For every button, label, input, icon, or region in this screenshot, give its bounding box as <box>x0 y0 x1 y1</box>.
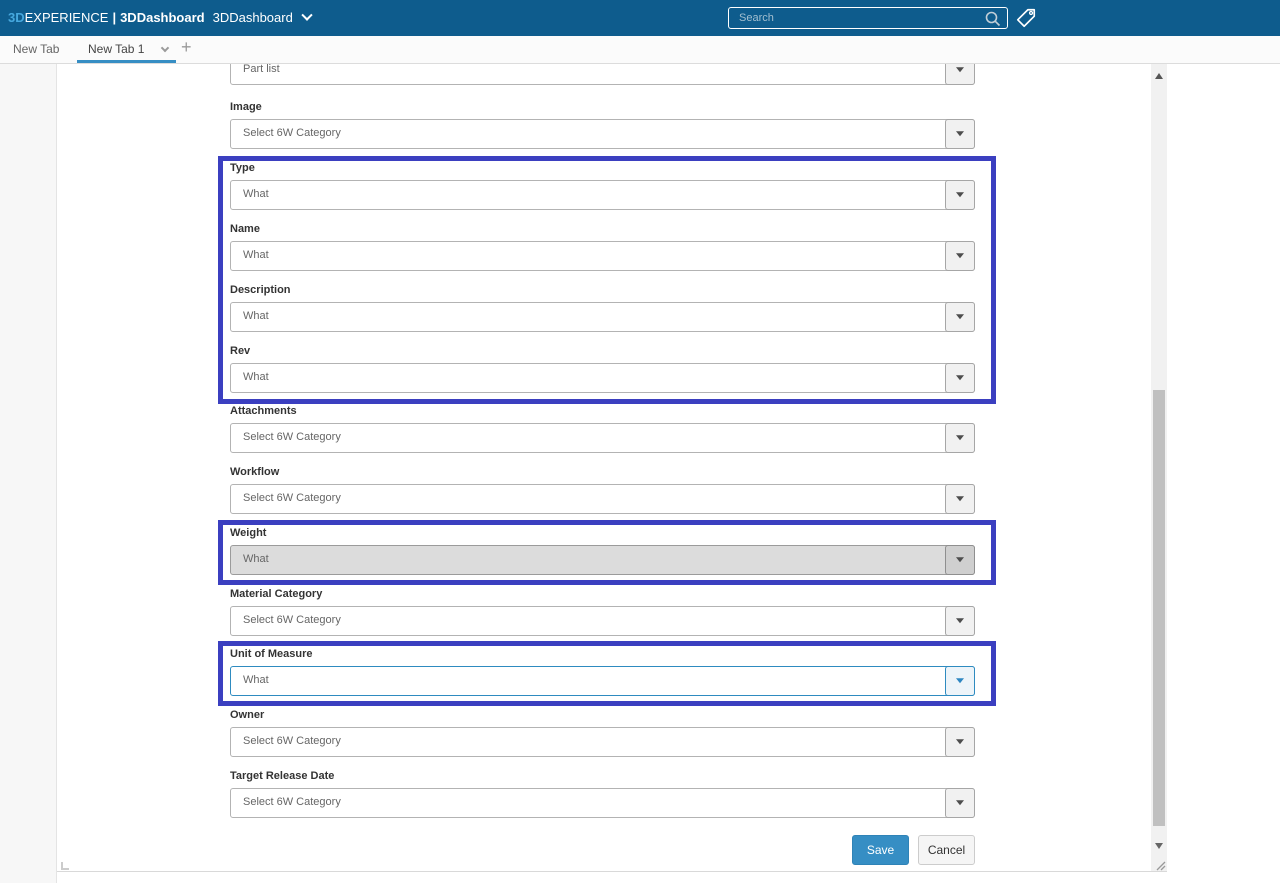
field-label-attachments: Attachments <box>230 405 975 418</box>
top-bar: 3DEXPERIENCE|3DDashboard3DDashboard <box>0 0 1280 36</box>
field-label-workflow: Workflow <box>230 466 975 479</box>
scrollbar-thumb[interactable] <box>1153 390 1165 826</box>
tag-icon[interactable] <box>1015 7 1037 29</box>
caret-down-icon <box>956 192 964 201</box>
field-label-description: Description <box>230 284 975 297</box>
caret-down-icon <box>956 131 964 140</box>
dropdown-arrow-button-description[interactable] <box>945 302 975 332</box>
dropdown-arrow-button-image[interactable] <box>945 119 975 149</box>
caret-down-icon <box>956 314 964 323</box>
dropdown-value-weight: What <box>243 546 269 573</box>
tab-new-tab[interactable]: New Tab <box>13 36 59 63</box>
caret-down-icon <box>956 253 964 262</box>
dropdown-owner[interactable]: Select 6W Category <box>230 727 975 757</box>
field-label-owner: Owner <box>230 709 975 722</box>
cancel-button[interactable]: Cancel <box>918 835 975 865</box>
scroll-up-arrow-icon[interactable] <box>1155 69 1163 79</box>
dropdown-value-description: What <box>243 303 269 330</box>
save-button[interactable]: Save <box>852 835 909 865</box>
dropdown-value-rev: What <box>243 364 269 391</box>
dropdown-arrow-button-unit-of-measure[interactable] <box>945 666 975 696</box>
dropdown-arrow-button-part-list[interactable] <box>945 64 975 85</box>
brand: 3DEXPERIENCE|3DDashboard3DDashboard <box>8 10 311 25</box>
chevron-down-icon[interactable] <box>301 10 312 21</box>
field-label-type: Type <box>230 162 975 175</box>
search-input[interactable] <box>729 8 1007 28</box>
resize-grip-icon[interactable] <box>1155 860 1166 871</box>
field-label-weight: Weight <box>230 527 975 540</box>
caret-down-icon <box>956 435 964 444</box>
dropdown-description[interactable]: What <box>230 302 975 332</box>
dropdown-value-workflow: Select 6W Category <box>243 485 341 512</box>
dashboard-name[interactable]: 3DDashboard <box>213 10 293 25</box>
dropdown-arrow-button-owner[interactable] <box>945 727 975 757</box>
resize-grip-bottom-left[interactable] <box>61 862 69 870</box>
dropdown-name[interactable]: What <box>230 241 975 271</box>
tab-chevron-down-icon[interactable] <box>161 44 169 52</box>
dropdown-workflow[interactable]: Select 6W Category <box>230 484 975 514</box>
dropdown-arrow-button-name[interactable] <box>945 241 975 271</box>
dropdown-material-category[interactable]: Select 6W Category <box>230 606 975 636</box>
field-label-image: Image <box>230 101 975 114</box>
dropdown-value-owner: Select 6W Category <box>243 728 341 755</box>
dropdown-arrow-button-type[interactable] <box>945 180 975 210</box>
tab-label: New Tab 1 <box>88 36 144 63</box>
search-box <box>728 7 1008 29</box>
dropdown-arrow-button-target-release-date[interactable] <box>945 788 975 818</box>
dropdown-value-part-list: Part list <box>243 64 280 83</box>
caret-down-icon <box>956 618 964 627</box>
dropdown-arrow-button-rev[interactable] <box>945 363 975 393</box>
dropdown-target-release-date[interactable]: Select 6W Category <box>230 788 975 818</box>
dropdown-value-attachments: Select 6W Category <box>243 424 341 451</box>
dropdown-unit-of-measure[interactable]: What <box>230 666 975 696</box>
active-tab-underline <box>77 60 176 63</box>
caret-down-icon <box>956 800 964 809</box>
field-label-rev: Rev <box>230 345 975 358</box>
dropdown-value-image: Select 6W Category <box>243 120 341 147</box>
dropdown-rev[interactable]: What <box>230 363 975 393</box>
add-tab-button[interactable]: + <box>181 37 192 58</box>
caret-down-icon <box>956 496 964 505</box>
widget-panel: Part list Image Select 6W Category Type What… <box>57 64 1167 872</box>
dropdown-type[interactable]: What <box>230 180 975 210</box>
caret-down-icon <box>956 67 964 76</box>
app-name: 3DDashboard <box>120 10 205 25</box>
left-rail <box>0 64 57 883</box>
dropdown-image[interactable]: Select 6W Category <box>230 119 975 149</box>
caret-down-icon <box>956 739 964 748</box>
brand-experience: EXPERIENCE <box>25 10 109 25</box>
brand-3d: 3D <box>8 10 25 25</box>
dropdown-value-name: What <box>243 242 269 269</box>
dropdown-arrow-button-material-category[interactable] <box>945 606 975 636</box>
dropdown-arrow-button-weight[interactable] <box>945 545 975 575</box>
dropdown-arrow-button-workflow[interactable] <box>945 484 975 514</box>
scroll-down-arrow-icon[interactable] <box>1155 843 1163 853</box>
tab-bar: New Tab New Tab 1 + <box>0 36 1280 64</box>
dropdown-weight[interactable]: What <box>230 545 975 575</box>
dropdown-value-material-category: Select 6W Category <box>243 607 341 634</box>
dropdown-arrow-button-attachments[interactable] <box>945 423 975 453</box>
search-icon[interactable] <box>984 10 1002 28</box>
caret-down-icon <box>956 557 964 566</box>
dropdown-part-list[interactable]: Part list <box>230 64 975 85</box>
caret-down-icon <box>956 375 964 384</box>
vertical-scrollbar[interactable] <box>1151 64 1167 872</box>
dropdown-value-type: What <box>243 181 269 208</box>
tab-new-tab-1[interactable]: New Tab 1 <box>77 36 176 63</box>
field-label-unit-of-measure: Unit of Measure <box>230 648 975 661</box>
field-label-target-release-date: Target Release Date <box>230 770 975 783</box>
dropdown-attachments[interactable]: Select 6W Category <box>230 423 975 453</box>
caret-down-icon <box>956 678 964 687</box>
field-label-material-category: Material Category <box>230 588 975 601</box>
field-label-name: Name <box>230 223 975 236</box>
dropdown-value-target-release-date: Select 6W Category <box>243 789 341 816</box>
brand-divider: | <box>108 10 120 25</box>
dropdown-value-unit-of-measure: What <box>243 667 269 694</box>
